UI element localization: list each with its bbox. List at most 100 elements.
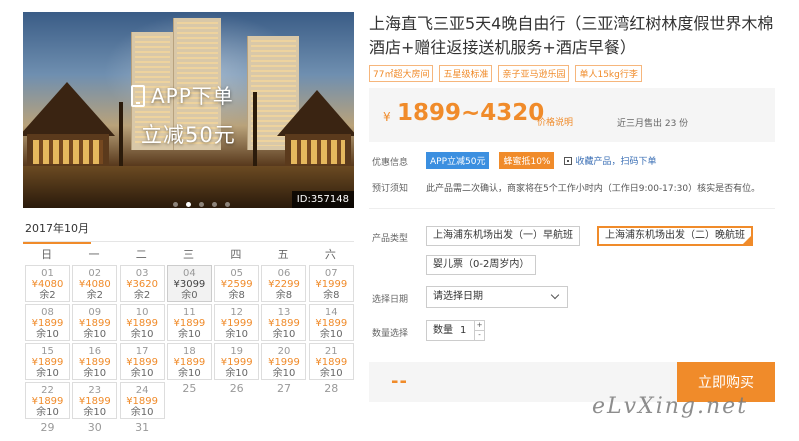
day-stock: 余10 — [319, 329, 343, 340]
calendar-day[interactable]: 07 ¥1999 余8 — [308, 265, 354, 302]
product-type-label: 产品类型 — [372, 234, 409, 244]
day-price: ¥4080 — [31, 279, 64, 290]
product-tag: 77㎡超大房间 — [369, 65, 434, 82]
calendar-day: 30 — [72, 421, 118, 435]
day-number: 07 — [324, 268, 338, 279]
weekday-label: 六 — [324, 248, 336, 261]
day-number: 01 — [41, 268, 54, 279]
option-late-flight[interactable]: 上海浦东机场出发（二）晚航班 — [597, 226, 753, 246]
calendar-day[interactable]: 04 ¥3099 余0 — [166, 265, 212, 302]
day-price: ¥1899 — [268, 318, 300, 329]
price-panel: ¥ 1899~4320 价格说明 近三月售出 23 份 — [369, 88, 775, 142]
day-stock: 余10 — [130, 407, 154, 418]
calendar-grid: 01 ¥4080 余2 02 ¥4080 余2 03 ¥3620 余2 04 ¥3099 余0 05 ¥2… — [25, 265, 354, 435]
calendar-day[interactable]: 21 ¥1899 余10 — [308, 343, 354, 380]
day-number: 03 — [135, 268, 149, 279]
day-price: ¥1999 — [268, 357, 300, 368]
calendar-day[interactable]: 16 ¥1899 余10 — [72, 343, 118, 380]
palm-tree — [253, 92, 257, 172]
calendar-day[interactable]: 02 ¥4080 余2 — [72, 265, 118, 302]
day-price: ¥4080 — [78, 279, 111, 290]
day-number: 10 — [135, 307, 149, 318]
day-price: ¥1999 — [315, 279, 348, 290]
calendar-day[interactable]: 24 ¥1899 余10 — [119, 382, 165, 419]
day-number: 20 — [277, 346, 291, 357]
weekday-label: 二 — [135, 248, 147, 261]
calendar-day[interactable]: 11 ¥1899 余10 — [166, 304, 212, 341]
quantity-stepper[interactable]: 数量 1 + - — [426, 320, 485, 341]
site-watermark: eLvXing.net — [592, 394, 749, 419]
day-number: 16 — [88, 346, 102, 357]
day-price: ¥1899 — [173, 318, 206, 329]
calendar-day[interactable]: 12 ¥1999 余10 — [214, 304, 260, 341]
day-number: 02 — [88, 268, 102, 279]
day-price: ¥1899 — [78, 318, 111, 329]
option-infant-ticket[interactable]: 婴儿票（0-2周岁内） — [426, 255, 537, 275]
calendar-day[interactable]: 13 ¥1899 余10 — [261, 304, 307, 341]
date-select[interactable]: 请选择日期 — [426, 286, 568, 308]
day-number: 04 — [183, 268, 196, 279]
calendar-day[interactable]: 09 ¥1899 余10 — [72, 304, 118, 341]
day-price: ¥3620 — [126, 279, 158, 290]
carousel-dot[interactable] — [225, 202, 230, 207]
quantity-minus-button[interactable]: - — [475, 330, 484, 339]
calendar-day[interactable]: 05 ¥2599 余8 — [214, 265, 260, 302]
total-price: -- — [391, 371, 408, 392]
calendar-day[interactable]: 15 ¥1899 余10 — [25, 343, 70, 380]
calendar-day[interactable]: 18 ¥1899 余10 — [166, 343, 212, 380]
calendar-day[interactable]: 01 ¥4080 余2 — [25, 265, 70, 302]
calendar-day[interactable]: 06 ¥2299 余8 — [261, 265, 307, 302]
weekday-label: 四 — [230, 248, 242, 261]
sold-count: 近三月售出 23 份 — [617, 119, 689, 129]
promo-label: 优惠信息 — [372, 158, 409, 168]
calendar-day[interactable]: 22 ¥1899 余10 — [25, 382, 70, 419]
day-stock: 余10 — [83, 368, 107, 379]
weekday-label: 日 — [41, 248, 53, 261]
day-stock: 余10 — [225, 368, 249, 379]
day-number: 19 — [230, 346, 244, 357]
calendar-day[interactable]: 08 ¥1899 余10 — [25, 304, 70, 341]
day-stock: 余10 — [272, 368, 296, 379]
product-tags: 77㎡超大房间 五星级标准 亲子亚马逊乐园 单人15kg行李 — [369, 65, 642, 82]
day-number: 18 — [183, 346, 196, 357]
quantity-value[interactable]: 1 — [460, 321, 466, 340]
notice-label: 预订须知 — [372, 184, 409, 194]
carousel-dots[interactable] — [173, 202, 230, 207]
calendar-day[interactable]: 23 ¥1899 余10 — [72, 382, 118, 419]
quantity-plus-button[interactable]: + — [475, 321, 484, 330]
calendar-day: 28 — [308, 382, 354, 419]
calendar-day[interactable]: 20 ¥1999 余10 — [261, 343, 307, 380]
day-price: ¥1899 — [126, 318, 158, 329]
weekday-label: 五 — [277, 248, 289, 261]
carousel-dot[interactable] — [173, 202, 178, 207]
booking-notice: 此产品需二次确认，商家将在5个工作小时内（工作日9:00-17:30）核实是否有… — [426, 184, 761, 194]
day-number: 22 — [41, 385, 54, 396]
calendar-day: 25 — [166, 382, 212, 419]
calendar-day[interactable]: 19 ¥1999 余10 — [214, 343, 260, 380]
promo-row: APP立减50元 蜂蜜抵10% 收藏产品，扫码下单 — [426, 152, 657, 169]
day-price: ¥2299 — [268, 279, 300, 290]
calendar-day[interactable]: 10 ¥1899 余10 — [119, 304, 165, 341]
day-price: ¥1899 — [78, 357, 111, 368]
calendar-day: 27 — [261, 382, 307, 419]
product-hero-image[interactable]: APP下单 立减50元 ID:357148 — [23, 12, 354, 208]
day-stock: 余10 — [130, 368, 154, 379]
day-number: 12 — [230, 307, 244, 318]
carousel-dot[interactable] — [212, 202, 217, 207]
qr-code-icon — [564, 157, 573, 165]
calendar-divider — [23, 241, 354, 242]
day-price: ¥3099 — [173, 279, 206, 290]
collect-scan-link[interactable]: 收藏产品，扫码下单 — [564, 154, 657, 167]
price-note-link[interactable]: 价格说明 — [537, 115, 573, 128]
carousel-dot[interactable] — [199, 202, 204, 207]
weekday-label: 一 — [88, 248, 100, 261]
calendar-day[interactable]: 03 ¥3620 余2 — [119, 265, 165, 302]
option-early-flight[interactable]: 上海浦东机场出发（一）早航班 — [426, 226, 580, 246]
chevron-down-icon — [550, 290, 560, 300]
day-number: 17 — [135, 346, 149, 357]
carousel-dot[interactable] — [186, 202, 191, 207]
calendar-day[interactable]: 14 ¥1899 余10 — [308, 304, 354, 341]
day-number: 24 — [135, 385, 149, 396]
price-currency: ¥ — [383, 110, 391, 124]
calendar-day[interactable]: 17 ¥1899 余10 — [119, 343, 165, 380]
